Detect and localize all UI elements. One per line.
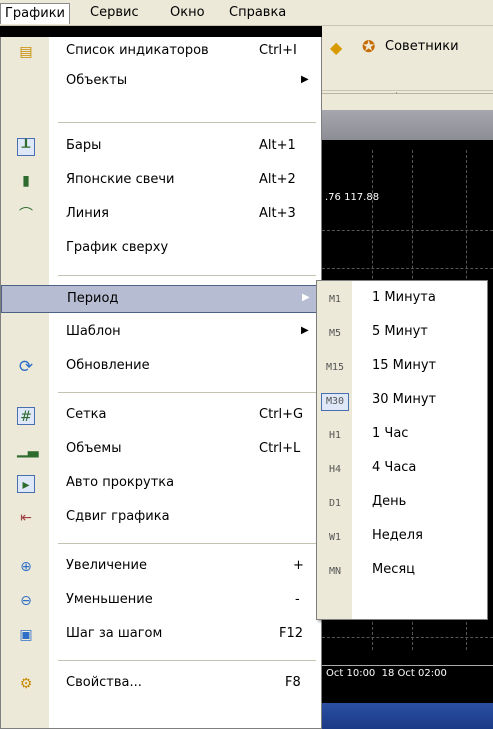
period-submenu: M1 1 Минута M5 5 Минут M15 15 Минут M30 … xyxy=(316,280,488,620)
volumes-icon: ▁▃ xyxy=(17,442,39,458)
menubar-help[interactable]: Справка xyxy=(225,3,290,24)
line-chart-icon: ⌒ xyxy=(19,207,33,223)
menu-item-properties[interactable]: ⚙ Свойства... F8 xyxy=(1,670,322,698)
chart-grid-line xyxy=(322,230,493,231)
chart-shift-icon: ⇤ xyxy=(20,510,32,526)
zoom-in-icon: ⊕ xyxy=(20,559,32,575)
submenu-arrow-icon: ▶ xyxy=(302,292,310,303)
submenu-arrow-icon: ▶ xyxy=(301,74,309,85)
menubar-service[interactable]: Сервис xyxy=(86,3,143,24)
menu-item-candles[interactable]: ▮ Японские свечи Alt+2 xyxy=(1,167,322,195)
grid-icon: # xyxy=(17,407,35,425)
indicators-list-icon: ▤ xyxy=(19,44,33,60)
submenu-item-mn[interactable]: MN Месяц xyxy=(317,555,487,589)
chart-grid-line xyxy=(322,268,493,269)
menu-item-refresh[interactable]: ⟳ Обновление xyxy=(1,353,322,381)
toolbar: ◆ ✪ Советники M1 M5 xyxy=(322,26,493,114)
submenu-item-m15[interactable]: M15 15 Минут xyxy=(317,351,487,385)
menu-item-bars[interactable]: ┸ Бары Alt+1 xyxy=(1,133,322,161)
menu-item-volumes[interactable]: ▁▃ Объемы Ctrl+L xyxy=(1,436,322,464)
time-scale-labels: Oct 10:00 18 Oct 02:00 xyxy=(326,668,447,679)
menu-item-period[interactable]: Период ▶ xyxy=(1,285,322,313)
menu-item-chart-shift[interactable]: ⇤ Сдвиг графика xyxy=(1,504,322,532)
menu-item-autoscroll[interactable]: ▸ Авто прокрутка xyxy=(1,470,322,498)
zoom-out-icon: ⊖ xyxy=(20,593,32,609)
chart-grid-line xyxy=(322,637,493,638)
submenu-arrow-icon: ▶ xyxy=(301,325,309,336)
warning-icon[interactable]: ◆ xyxy=(330,38,342,57)
toolbar-lower xyxy=(322,94,493,110)
status-strip xyxy=(322,703,493,729)
menubar-window[interactable]: Окно xyxy=(166,3,209,24)
bars-icon: ┸ xyxy=(17,138,35,156)
submenu-item-d1[interactable]: D1 День xyxy=(317,487,487,521)
chart-window-header xyxy=(322,110,493,140)
submenu-item-w1[interactable]: W1 Неделя xyxy=(317,521,487,555)
autoscroll-icon: ▸ xyxy=(17,475,35,493)
menu-item-objects[interactable]: Объекты ▶ xyxy=(1,68,322,96)
menu-bar: Графики Сервис Окно Справка xyxy=(0,0,493,26)
menu-item-step-by-step[interactable]: ▣ Шаг за шагом F12 xyxy=(1,621,322,649)
advisors-icon[interactable]: ✪ xyxy=(362,37,375,56)
refresh-icon: ⟳ xyxy=(18,357,34,377)
submenu-item-m5[interactable]: M5 5 Минут xyxy=(317,317,487,351)
submenu-item-h1[interactable]: H1 1 Час xyxy=(317,419,487,453)
menu-item-indicators-list[interactable]: ▤ Список индикаторов Ctrl+I xyxy=(1,38,322,66)
time-scale xyxy=(322,665,493,666)
submenu-item-h4[interactable]: H4 4 Часа xyxy=(317,453,487,487)
menu-item-line[interactable]: ⌒ Линия Alt+3 xyxy=(1,201,322,229)
menu-item-template[interactable]: Шаблон ▶ xyxy=(1,319,322,347)
menu-item-grid[interactable]: # Сетка Ctrl+G xyxy=(1,402,322,430)
menu-item-zoom-out[interactable]: ⊖ Уменьшение - xyxy=(1,587,322,615)
menu-item-zoom-in[interactable]: ⊕ Увеличение + xyxy=(1,553,322,581)
menu-item-chart-on-top[interactable]: График сверху xyxy=(1,235,322,263)
advisors-button[interactable]: Советники xyxy=(385,39,459,54)
submenu-item-m30[interactable]: M30 30 Минут xyxy=(317,385,487,419)
submenu-item-m1[interactable]: M1 1 Минута xyxy=(317,283,487,317)
properties-icon: ⚙ xyxy=(19,676,33,692)
candlesticks-icon: ▮ xyxy=(22,173,30,189)
charts-dropdown-menu: ▤ Список индикаторов Ctrl+I Объекты ▶ ┸ … xyxy=(0,37,322,729)
menubar-charts[interactable]: Графики xyxy=(0,3,71,24)
step-icon: ▣ xyxy=(19,627,33,643)
price-scale-labels: .76 117.88 xyxy=(325,192,380,203)
